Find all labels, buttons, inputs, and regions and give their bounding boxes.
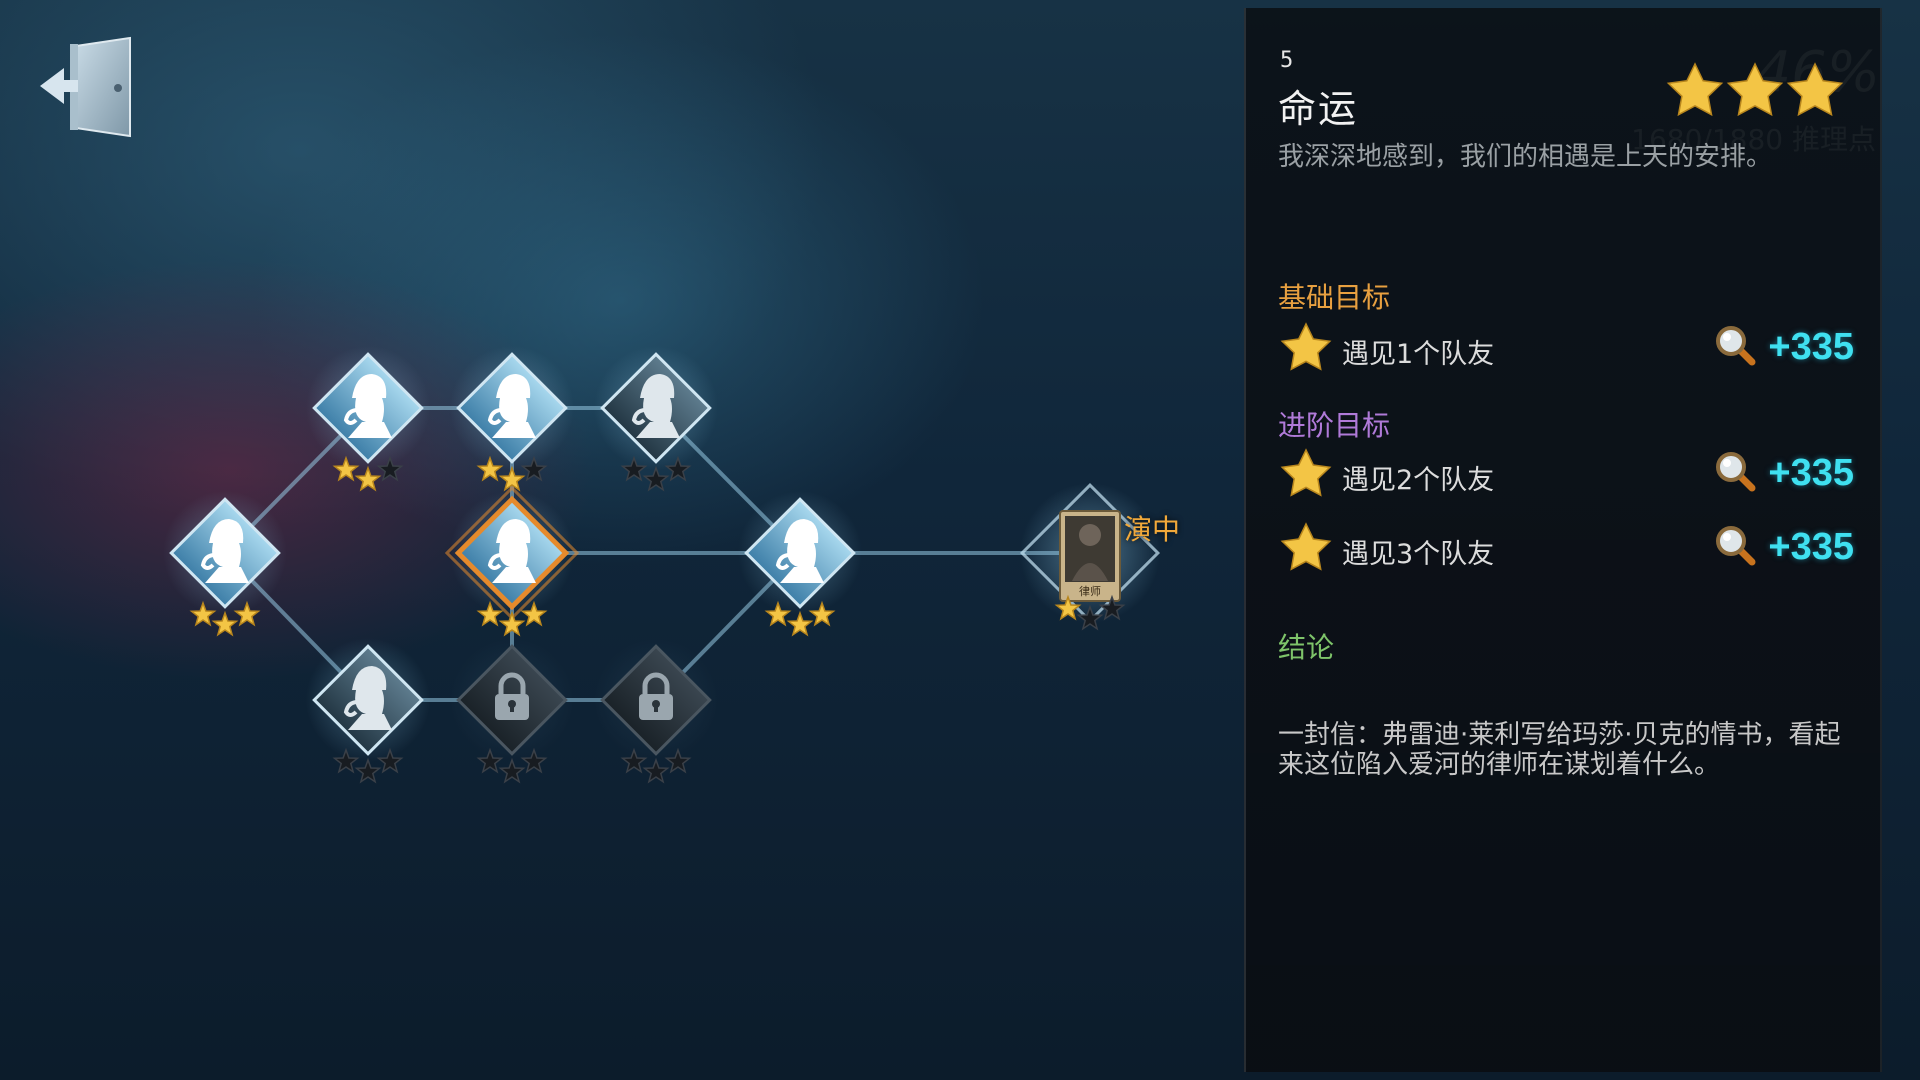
objective-reward: +335: [1714, 322, 1854, 374]
map-node-n8[interactable]: [450, 638, 574, 784]
advanced-objectives-title: 进阶目标: [1278, 409, 1391, 442]
magnifier-icon: [1714, 324, 1758, 372]
objective-row: 遇见3个队友 +335: [1278, 522, 1858, 574]
star-icon: [211, 610, 239, 637]
current-node-label: 演中: [1124, 513, 1181, 546]
objective-label: 遇见2个队友: [1342, 465, 1495, 496]
map-node-n9[interactable]: [594, 638, 718, 784]
map-node-n3[interactable]: [450, 346, 574, 492]
reward-value: +335: [1768, 452, 1854, 494]
star-icon: [1786, 62, 1844, 117]
reward-value: +335: [1768, 526, 1854, 568]
objective-reward: +335: [1714, 522, 1854, 574]
star-icon: [354, 465, 382, 492]
star-icon: [642, 465, 670, 492]
objective-row: 遇见2个队友 +335: [1278, 448, 1858, 500]
reward-value: +335: [1768, 326, 1854, 368]
map-node-n6[interactable]: [738, 491, 862, 637]
map-node-n7[interactable]: [306, 638, 430, 784]
star-icon: [1280, 322, 1332, 378]
map-node-n4[interactable]: [594, 346, 718, 492]
magnifier-icon: [1714, 450, 1758, 498]
objective-label: 遇见1个队友: [1342, 339, 1495, 370]
character-card: 律师: [1059, 510, 1121, 602]
map-node-n2[interactable]: [306, 346, 430, 492]
basic-objectives-title: 基础目标: [1278, 281, 1391, 314]
star-icon: [1726, 62, 1784, 117]
star-icon: [786, 610, 814, 637]
star-icon: [354, 757, 382, 784]
map-node-n10[interactable]: 律师: [1019, 482, 1161, 631]
map-node-n5[interactable]: [444, 485, 580, 637]
objective-reward: +335: [1714, 448, 1854, 500]
objective-label: 遇见3个队友: [1342, 539, 1495, 570]
star-icon: [1666, 62, 1724, 117]
chapter-rating: [1664, 62, 1844, 124]
chapter-number: 5: [1280, 48, 1294, 73]
chapter-quote: 我深深地感到，我们的相遇是上天的安排。: [1278, 142, 1773, 172]
map-node-n1[interactable]: [163, 491, 287, 637]
chapter-map: 律师: [163, 346, 1161, 784]
conclusion-text: 一封信：弗雷迪·莱利写给玛莎·贝克的情书，看起来这位陷入爱河的律师在谋划着什么。: [1278, 720, 1841, 780]
chapter-title: 命运: [1278, 87, 1359, 131]
chapter-detail-panel: 46% 1680/1880 推理点 5 命运 我深深地感到，我们的相遇是上天的安…: [1244, 8, 1882, 1072]
conclusion-title: 结论: [1278, 631, 1335, 664]
objective-row: 遇见1个队友 +335: [1278, 322, 1858, 374]
magnifier-icon: [1714, 524, 1758, 572]
game-screen: 律师 演中 46% 1680/1880 推理点 5 命运 我深深地感到，我们的相…: [0, 0, 1920, 1080]
star-icon: [1280, 448, 1332, 504]
star-icon: [642, 757, 670, 784]
character-card-caption: 律师: [1079, 585, 1101, 598]
star-icon: [1280, 522, 1332, 578]
star-icon: [498, 757, 526, 784]
